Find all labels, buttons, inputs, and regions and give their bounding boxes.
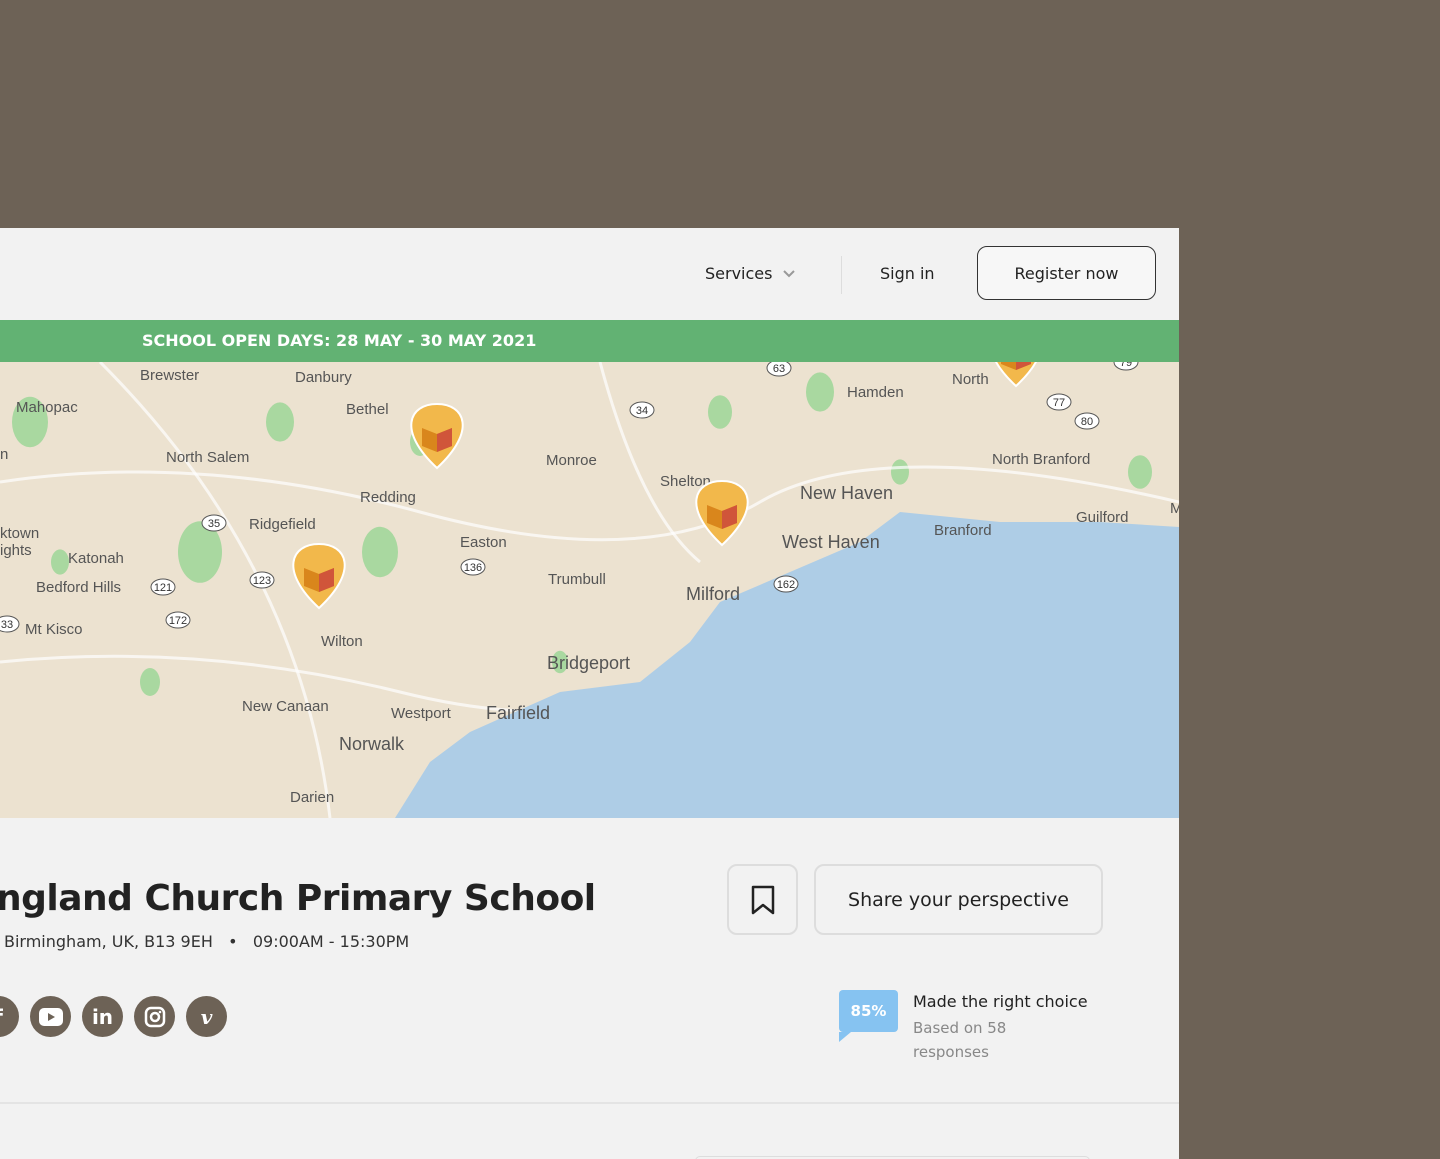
linkedin-icon[interactable]: in: [82, 996, 123, 1037]
place-label: Westport: [391, 705, 452, 722]
park-area: [806, 372, 834, 412]
route-number: 121: [154, 582, 172, 594]
route-number: 172: [169, 615, 187, 627]
park-area: [362, 526, 398, 578]
services-menu[interactable]: Services: [705, 264, 796, 283]
place-label: ktown: [0, 525, 39, 542]
place-label: Wilton: [321, 633, 363, 650]
route-number: 80: [1081, 416, 1093, 428]
place-label: Bridgeport: [547, 653, 630, 673]
section-divider: [0, 1102, 1179, 1104]
park-area: [51, 549, 69, 575]
place-label: Bedford Hills: [36, 579, 121, 596]
route-number: 35: [208, 518, 220, 530]
park-area: [891, 459, 909, 485]
register-button[interactable]: Register now: [977, 246, 1156, 300]
place-label: Mt Kisco: [25, 621, 83, 638]
route-number: 77: [1053, 397, 1065, 409]
school-title: ngland Church Primary School: [0, 878, 596, 919]
place-label: North Branford: [992, 451, 1090, 468]
place-label: North Salem: [166, 449, 249, 466]
place-label: North: [952, 371, 989, 388]
open-days-banner: SCHOOL OPEN DAYS: 28 MAY - 30 MAY 2021: [0, 320, 1179, 362]
map[interactable]: Brewster Danbury Mahopac Bethel North Salem R…: [0, 362, 1179, 818]
place-label: Monroe: [546, 452, 597, 469]
school-meta: Birmingham, UK, B13 9EH • 09:00AM - 15:3…: [4, 932, 409, 951]
place-label: Milford: [686, 584, 740, 604]
route-number: 123: [253, 575, 271, 587]
place-label: Mahopac: [16, 399, 78, 416]
route-number: 79: [1120, 362, 1132, 369]
place-label: Danbury: [295, 369, 352, 386]
park-area: [140, 668, 160, 696]
rating-badge: 85%: [839, 990, 898, 1042]
top-nav: Services Sign in Register now: [0, 228, 1179, 320]
place-label: Trumbull: [548, 571, 606, 588]
separator: •: [228, 932, 238, 951]
place-label: Fairfield: [486, 703, 550, 723]
place-label: Darien: [290, 789, 334, 806]
bookmark-button[interactable]: [727, 864, 798, 935]
instagram-icon[interactable]: [134, 996, 175, 1037]
park-area: [266, 402, 294, 442]
place-label: Redding: [360, 489, 416, 506]
place-label: ights: [0, 542, 32, 559]
place-label: Katonah: [68, 550, 124, 567]
place-label: M: [1170, 500, 1179, 517]
place-label: New Canaan: [242, 698, 329, 715]
place-label: New Haven: [800, 483, 893, 503]
place-label: n: [0, 446, 8, 463]
hours: 09:00AM - 15:30PM: [252, 932, 410, 951]
rating-label: Made the right choice: [913, 992, 1088, 1011]
chevron-down-icon: [783, 269, 796, 277]
services-label: Services: [705, 264, 773, 283]
place-label: Guilford: [1076, 509, 1129, 526]
bookmark-icon: [751, 885, 774, 914]
place-label: West Haven: [782, 532, 880, 552]
place-label: Branford: [934, 522, 992, 539]
park-area: [1128, 455, 1152, 489]
place-label: Bethel: [346, 401, 389, 418]
park-area: [708, 395, 732, 429]
school-page: Services Sign in Register now SCHOOL OPE…: [0, 228, 1179, 1159]
address: Birmingham, UK, B13 9EH: [4, 932, 213, 951]
place-label: Hamden: [847, 384, 904, 401]
route-number: 162: [777, 579, 795, 591]
place-label: Ridgefield: [249, 516, 316, 533]
sign-in-link[interactable]: Sign in: [880, 264, 935, 283]
route-number: 34: [636, 405, 648, 417]
rating-sub: Based on 58 responses: [913, 1019, 1007, 1061]
route-number: 136: [464, 562, 482, 574]
place-label: Easton: [460, 534, 507, 551]
youtube-icon[interactable]: [30, 996, 71, 1037]
place-label: Brewster: [140, 367, 199, 384]
facebook-icon[interactable]: f: [0, 996, 19, 1037]
social-links: f in v: [0, 996, 227, 1037]
nav-divider: [841, 256, 842, 294]
route-number: 63: [773, 363, 785, 375]
share-perspective-button[interactable]: Share your perspective: [814, 864, 1103, 935]
vimeo-icon[interactable]: v: [186, 996, 227, 1037]
place-label: Norwalk: [339, 734, 405, 754]
route-number: 33: [1, 619, 13, 631]
